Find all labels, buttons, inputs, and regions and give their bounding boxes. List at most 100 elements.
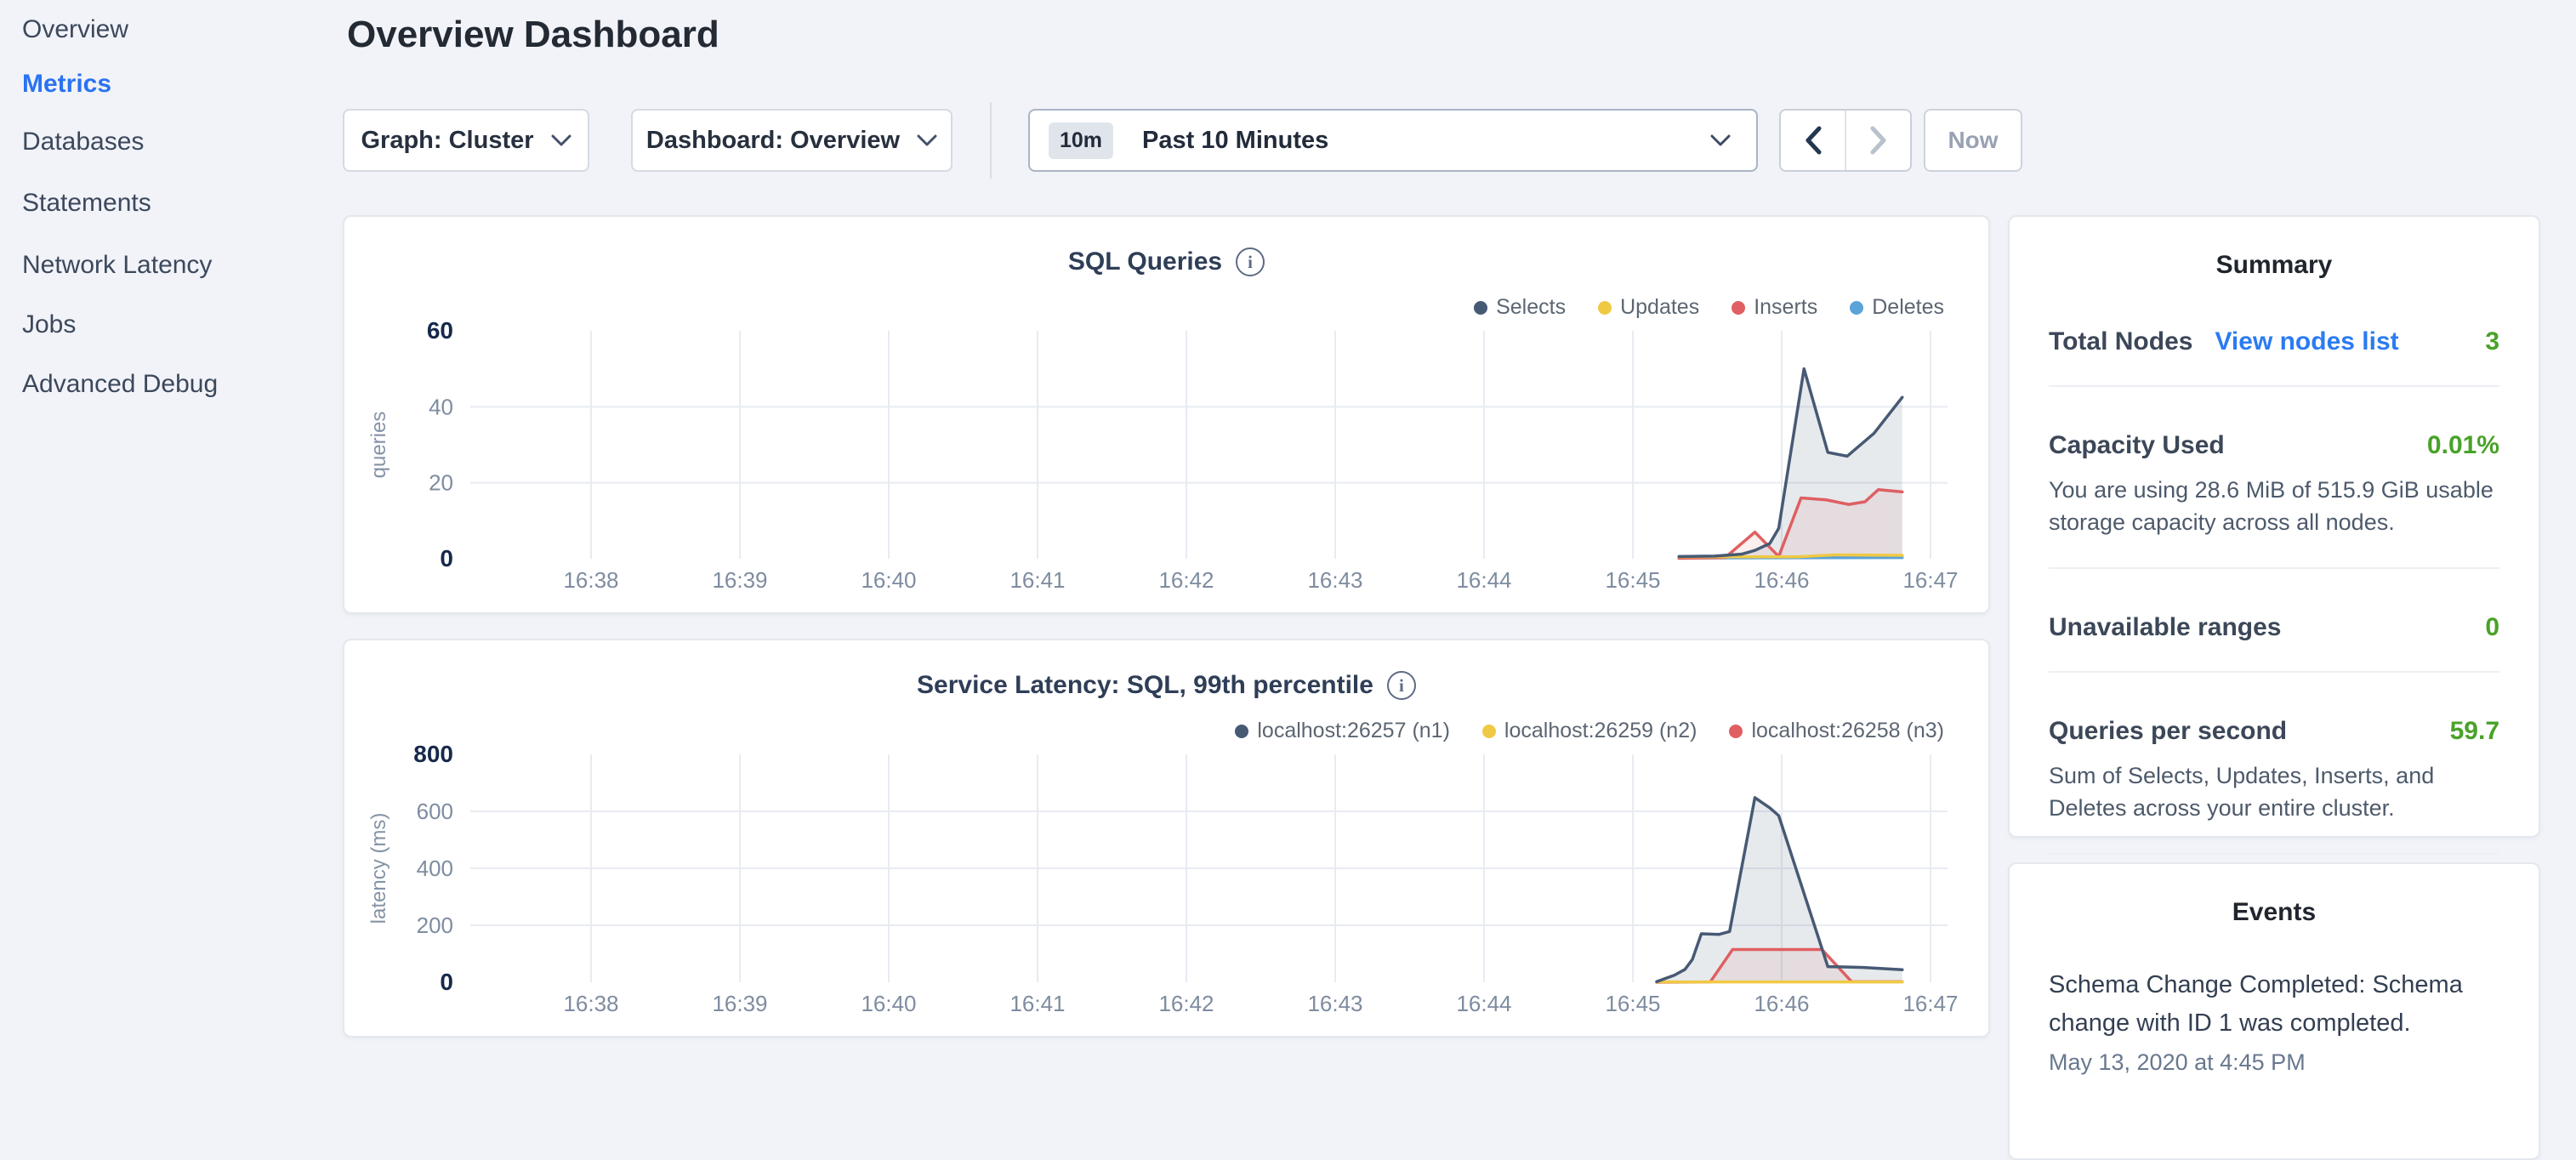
legend-dot-icon	[1732, 301, 1745, 315]
legend-label: Updates	[1620, 295, 1699, 320]
svg-text:16:41: 16:41	[1009, 991, 1065, 1016]
summary-divider	[2049, 567, 2499, 569]
graph-scope-dropdown[interactable]: Graph: Cluster	[343, 109, 589, 172]
events-title: Events	[2010, 864, 2539, 927]
summary-row-total-nodes: Total Nodes View nodes list 3	[2049, 327, 2499, 356]
page-title: Overview Dashboard	[347, 14, 719, 56]
summary-row-value: 59.7	[2450, 717, 2499, 746]
svg-text:16:38: 16:38	[563, 567, 618, 593]
legend-label: localhost:26259 (n2)	[1504, 719, 1697, 743]
legend-label: localhost:26258 (n3)	[1751, 719, 1944, 743]
summary-row-label: Total Nodes	[2049, 327, 2192, 356]
now-button[interactable]: Now	[1924, 109, 2022, 172]
info-icon[interactable]: i	[1387, 671, 1416, 700]
svg-text:40: 40	[429, 394, 453, 419]
sidebar-item-advanced-debug[interactable]: Advanced Debug	[22, 370, 218, 399]
summary-divider	[2049, 671, 2499, 673]
summary-row-value: 3	[2485, 327, 2499, 356]
legend-item-deletes: Deletes	[1850, 295, 1944, 320]
svg-text:16:44: 16:44	[1456, 991, 1511, 1016]
chart-legend: localhost:26257 (n1) localhost:26259 (n2)…	[1235, 719, 1944, 743]
svg-text:16:47: 16:47	[1902, 991, 1958, 1016]
svg-text:16:47: 16:47	[1902, 567, 1958, 593]
legend-label: Selects	[1496, 295, 1566, 320]
svg-text:16:45: 16:45	[1605, 991, 1660, 1016]
summary-divider	[2049, 853, 2499, 855]
summary-row-label: Capacity Used	[2049, 431, 2225, 460]
events-panel: Events Schema Change Completed: Schema c…	[2008, 862, 2540, 1160]
time-prev-button[interactable]	[1781, 111, 1846, 170]
sql-queries-chart-card: 16:3816:3916:4016:4116:4216:4316:4416:45…	[343, 215, 1990, 614]
summary-row-label: Queries per second	[2049, 717, 2287, 746]
sidebar-item-jobs[interactable]: Jobs	[22, 310, 76, 339]
svg-text:16:40: 16:40	[861, 991, 916, 1016]
svg-text:latency (ms): latency (ms)	[367, 813, 390, 924]
dashboard-dropdown[interactable]: Dashboard: Overview	[631, 109, 952, 172]
summary-row-queries-per-second: Queries per second 59.7	[2049, 717, 2499, 746]
svg-text:16:46: 16:46	[1754, 567, 1809, 593]
summary-row-capacity-used: Capacity Used 0.01%	[2049, 431, 2499, 460]
legend-item-selects: Selects	[1474, 295, 1566, 320]
legend-dot-icon	[1235, 725, 1248, 738]
sidebar-item-overview[interactable]: Overview	[22, 15, 128, 44]
time-step-buttons	[1779, 109, 1912, 172]
svg-text:600: 600	[417, 799, 453, 824]
info-icon[interactable]: i	[1236, 247, 1265, 276]
sidebar-item-databases[interactable]: Databases	[22, 128, 144, 156]
service-latency-chart-card: 16:38 16:39 16:40 16:41 16:42 16:43 16:44 16:45…	[343, 639, 1990, 1038]
legend-dot-icon	[1850, 301, 1863, 315]
summary-row-value: 0.01%	[2427, 431, 2499, 460]
svg-text:800: 800	[413, 741, 453, 767]
time-next-button[interactable]	[1846, 111, 1910, 170]
legend-item-localhost-26257-n1-: localhost:26257 (n1)	[1235, 719, 1450, 743]
sidebar-item-metrics[interactable]: Metrics	[22, 70, 111, 99]
svg-text:60: 60	[427, 317, 453, 344]
summary-title: Summary	[2010, 217, 2539, 280]
legend-label: localhost:26257 (n1)	[1257, 719, 1450, 743]
summary-row-label: Unavailable ranges	[2049, 613, 2281, 642]
time-range-dropdown[interactable]: 10m Past 10 Minutes	[1028, 109, 1758, 172]
svg-text:200: 200	[417, 913, 453, 938]
graph-scope-dropdown-label: Graph: Cluster	[361, 127, 533, 155]
chevron-right-icon	[1869, 126, 1888, 155]
summary-row-unavailable-ranges: Unavailable ranges 0	[2049, 613, 2499, 642]
svg-text:16:40: 16:40	[861, 567, 916, 593]
chevron-left-icon	[1804, 126, 1823, 155]
svg-text:20: 20	[429, 470, 453, 496]
svg-text:16:42: 16:42	[1158, 567, 1214, 593]
svg-text:16:46: 16:46	[1754, 991, 1809, 1016]
time-range-badge: 10m	[1049, 122, 1113, 159]
svg-text:16:39: 16:39	[712, 991, 767, 1016]
chevron-down-icon	[551, 134, 571, 147]
svg-text:16:45: 16:45	[1605, 567, 1660, 593]
legend-dot-icon	[1474, 301, 1487, 315]
svg-text:16:41: 16:41	[1009, 567, 1065, 593]
summary-row-description: You are using 28.6 MiB of 515.9 GiB usab…	[2049, 474, 2499, 538]
svg-text:16:43: 16:43	[1307, 567, 1362, 593]
legend-label: Deletes	[1872, 295, 1944, 320]
sidebar: Overview Metrics Databases Statements Networ…	[0, 0, 340, 1051]
legend-item-inserts: Inserts	[1732, 295, 1817, 320]
sidebar-item-statements[interactable]: Statements	[22, 189, 151, 218]
svg-text:16:44: 16:44	[1456, 567, 1511, 593]
controls-divider	[990, 102, 992, 179]
svg-text:0: 0	[440, 969, 453, 995]
time-range-label: Past 10 Minutes	[1142, 127, 1710, 155]
summary-row-value: 0	[2485, 613, 2499, 642]
legend-dot-icon	[1482, 725, 1496, 738]
sidebar-item-network-latency[interactable]: Network Latency	[22, 251, 212, 280]
svg-text:16:43: 16:43	[1307, 991, 1362, 1016]
svg-text:0: 0	[440, 545, 453, 571]
chart-title: Service Latency: SQL, 99th percentile	[917, 671, 1373, 700]
summary-divider	[2049, 385, 2499, 387]
chart-legend: Selects Updates Inserts Deletes	[1474, 295, 1944, 320]
svg-text:16:42: 16:42	[1158, 991, 1214, 1016]
summary-panel: Summary Total Nodes View nodes list 3 Capac…	[2008, 215, 2540, 838]
event-message: Schema Change Completed: Schema change w…	[2049, 966, 2499, 1043]
chevron-down-icon	[1710, 134, 1731, 147]
view-nodes-link[interactable]: View nodes list	[2215, 327, 2398, 356]
svg-text:16:38: 16:38	[563, 991, 618, 1016]
chevron-down-icon	[917, 134, 937, 147]
dashboard-dropdown-label: Dashboard: Overview	[646, 127, 900, 155]
legend-item-localhost-26259-n2-: localhost:26259 (n2)	[1482, 719, 1697, 743]
